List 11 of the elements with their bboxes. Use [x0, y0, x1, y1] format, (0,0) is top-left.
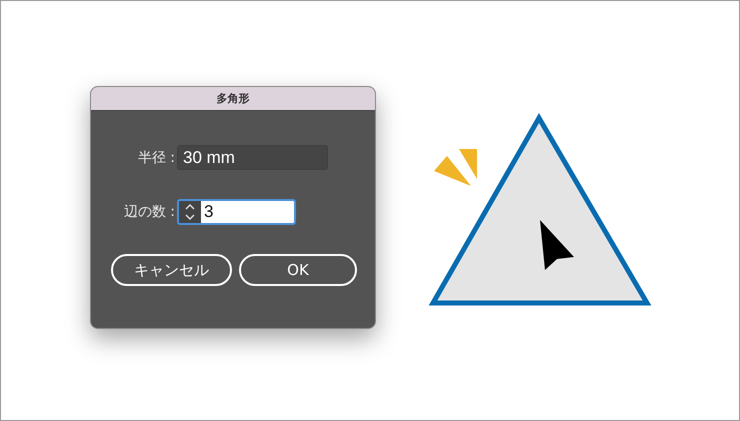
- field-label: 辺の数 :: [122, 203, 175, 221]
- dialog-title: 多角形: [216, 91, 250, 106]
- ok-button[interactable]: OK: [239, 254, 357, 286]
- cursor-icon: [540, 220, 574, 270]
- number-field[interactable]: 3: [177, 199, 296, 225]
- stepper-button[interactable]: [179, 201, 201, 223]
- sparkle-icon: [434, 149, 477, 186]
- cancel-button[interactable]: キャンセル: [111, 254, 232, 286]
- up-down-arrows-icon: [184, 203, 196, 221]
- field-label: 半径 :: [136, 148, 175, 166]
- input-field[interactable]: 30 mm: [177, 145, 328, 170]
